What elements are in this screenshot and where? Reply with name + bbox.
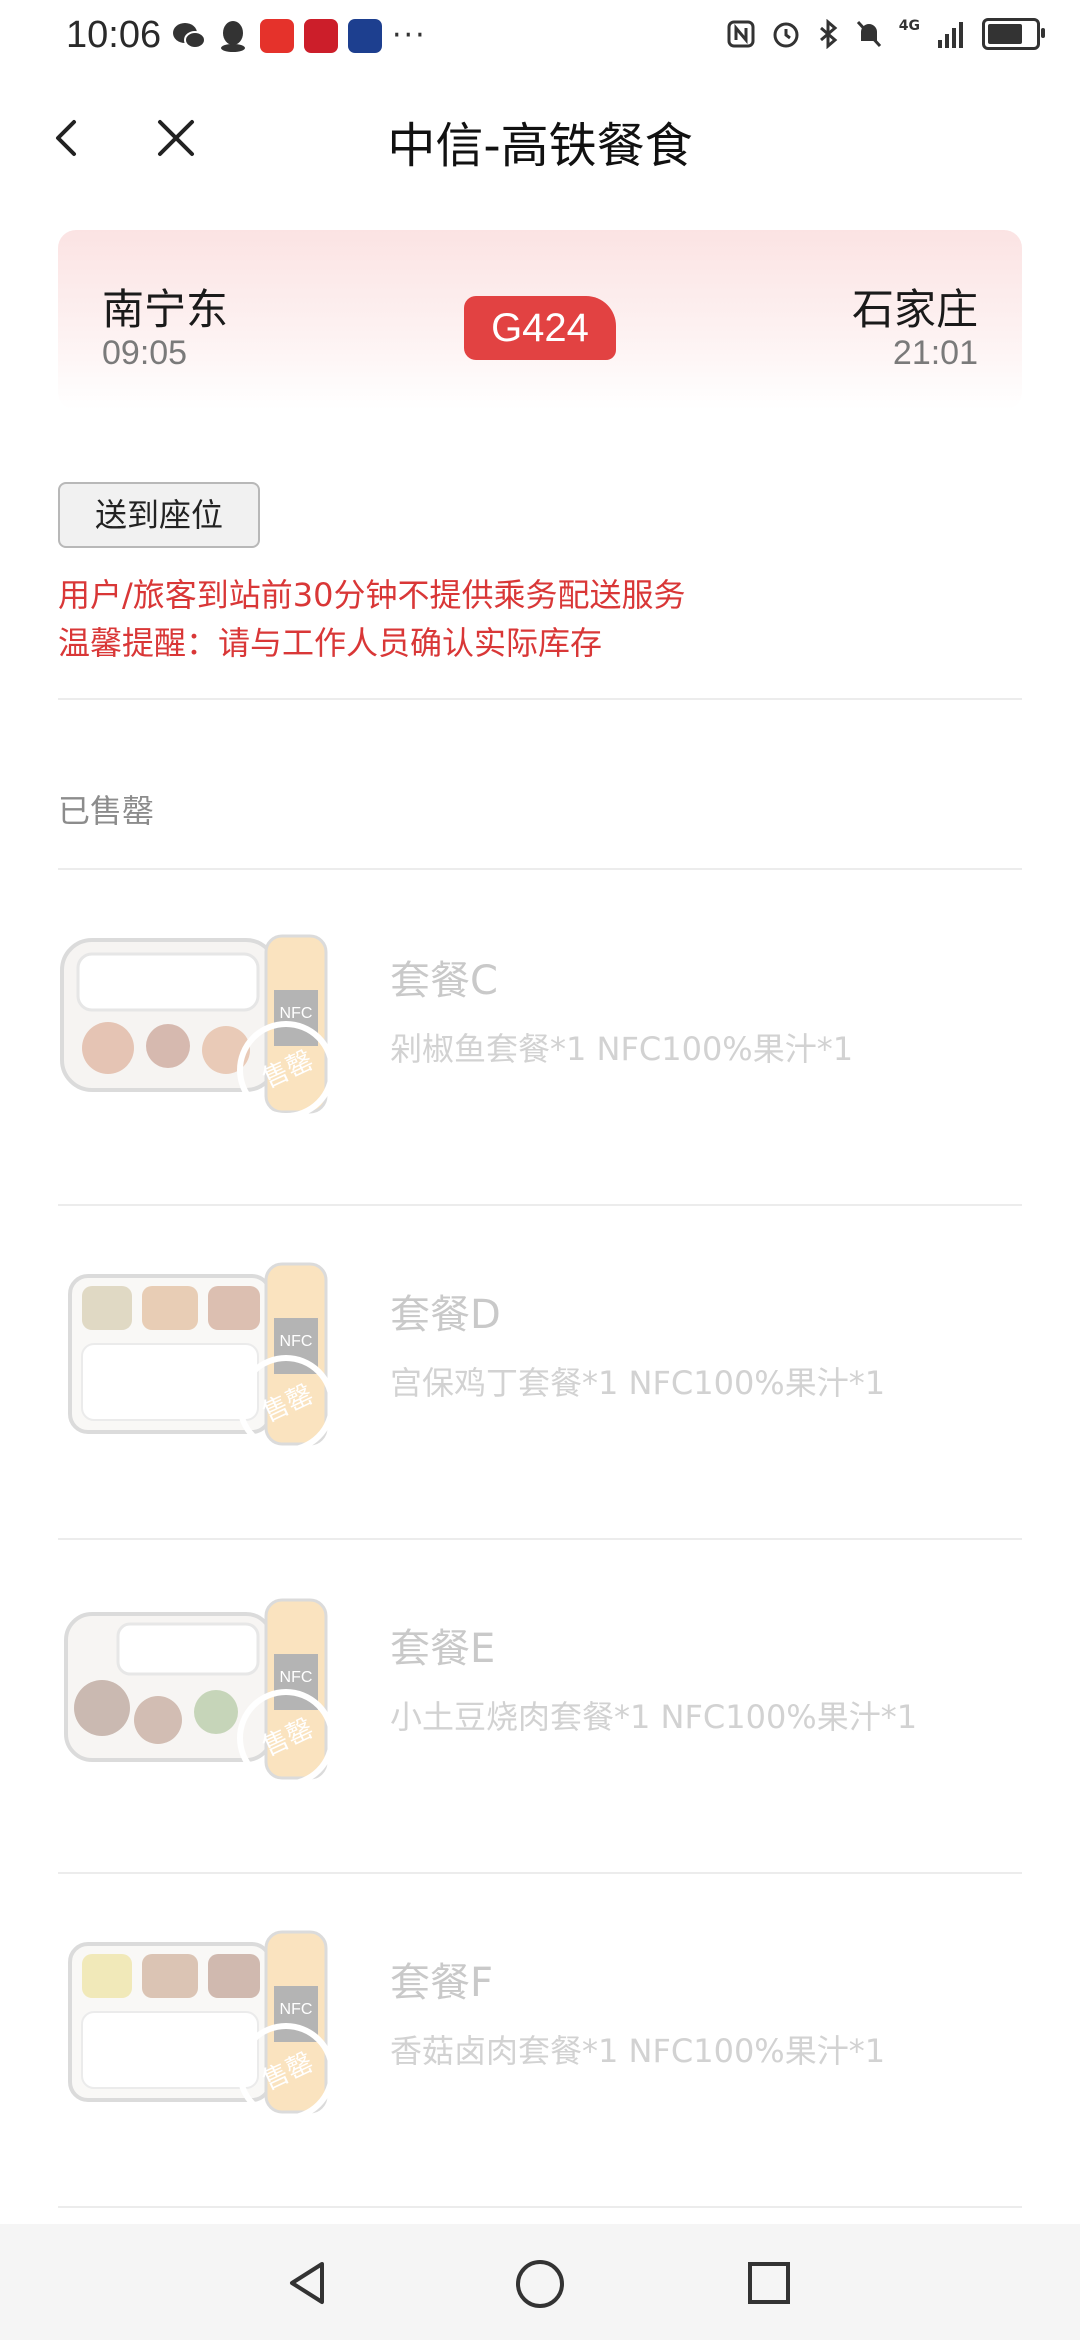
- product-description: 宫保鸡丁套餐*1 NFC100%果汁*1: [390, 1364, 886, 1402]
- product-item[interactable]: NFC 售罄 套餐E 小土豆烧肉套餐*1 NFC100%果汁*1: [58, 1538, 1022, 1872]
- battery-icon: [982, 18, 1045, 50]
- bluetooth-icon: [819, 19, 838, 49]
- departure-time: 09:05: [102, 334, 188, 372]
- product-item[interactable]: NFC 售罄 套餐C 剁椒鱼套餐*1 NFC100%果汁*1: [58, 870, 1022, 1204]
- more-notifications-icon: ···: [392, 18, 427, 53]
- divider: [58, 698, 1022, 700]
- bottle-label: NFC: [280, 2001, 313, 2018]
- divider: [58, 2206, 1022, 2208]
- product-name: 套餐E: [390, 1626, 496, 1672]
- system-status-icons: 4G: [727, 18, 1045, 50]
- product-name: 套餐C: [390, 958, 498, 1004]
- departure-station: 南宁东: [102, 285, 229, 334]
- network-type: 4G: [898, 18, 920, 34]
- home-nav-icon[interactable]: [514, 2258, 566, 2310]
- back-nav-icon[interactable]: [282, 2258, 332, 2308]
- mute-icon: [856, 20, 881, 48]
- delivery-notice: 用户/旅客到站前30分钟不提供乘务配送服务: [58, 576, 686, 614]
- bottle-label: NFC: [280, 1669, 313, 1686]
- recents-nav-icon[interactable]: [746, 2260, 792, 2306]
- train-number-badge: G424: [464, 296, 616, 360]
- product-image: NFC 售罄: [68, 1262, 335, 1453]
- wechat-icon: [172, 19, 206, 53]
- product-item[interactable]: NFC 售罄 套餐D 宫保鸡丁套餐*1 NFC100%果汁*1: [58, 1204, 1022, 1538]
- nfc-icon: [727, 20, 755, 48]
- train-info-card: 南宁东 09:05 G424 石家庄 21:01: [58, 230, 1022, 410]
- system-navigation-bar: [0, 2224, 1080, 2340]
- product-name: 套餐D: [390, 1292, 501, 1338]
- arrival-station: 石家庄: [851, 285, 978, 334]
- arrival-time: 21:01: [892, 334, 978, 372]
- product-image: NFC 售罄: [64, 1598, 335, 1787]
- sold-out-section-label: 已售罄: [58, 792, 155, 830]
- product-name: 套餐F: [390, 1960, 494, 2006]
- app-icon: [260, 18, 294, 53]
- stock-reminder: 温馨提醒：请与工作人员确认实际库存: [58, 624, 603, 662]
- product-description: 香菇卤肉套餐*1 NFC100%果汁*1: [390, 2032, 886, 2070]
- product-description: 小土豆烧肉套餐*1 NFC100%果汁*1: [390, 1698, 918, 1736]
- product-image: NFC 售罄: [60, 934, 335, 1119]
- notification-icons: ···: [172, 18, 427, 53]
- status-bar: 10:06 ··· 4G: [0, 0, 1080, 78]
- app-icon: [348, 18, 382, 53]
- product-item[interactable]: NFC 售罄 套餐F 香菇卤肉套餐*1 NFC100%果汁*1: [58, 1872, 1022, 2206]
- bottle-label: NFC: [280, 1333, 313, 1350]
- page-title: 中信-高铁餐食: [387, 118, 693, 174]
- bottle-label: NFC: [280, 1005, 313, 1022]
- product-description: 剁椒鱼套餐*1 NFC100%果汁*1: [390, 1030, 854, 1068]
- app-icon: [304, 18, 338, 53]
- alarm-icon: [773, 22, 799, 48]
- qq-icon: [216, 19, 250, 53]
- top-nav: 中信-高铁餐食: [0, 78, 1080, 198]
- signal-4g-icon: [938, 22, 963, 48]
- status-time: 10:06: [66, 14, 162, 56]
- deliver-to-seat-button[interactable]: 送到座位: [58, 482, 260, 548]
- product-image: NFC 售罄: [68, 1930, 335, 2121]
